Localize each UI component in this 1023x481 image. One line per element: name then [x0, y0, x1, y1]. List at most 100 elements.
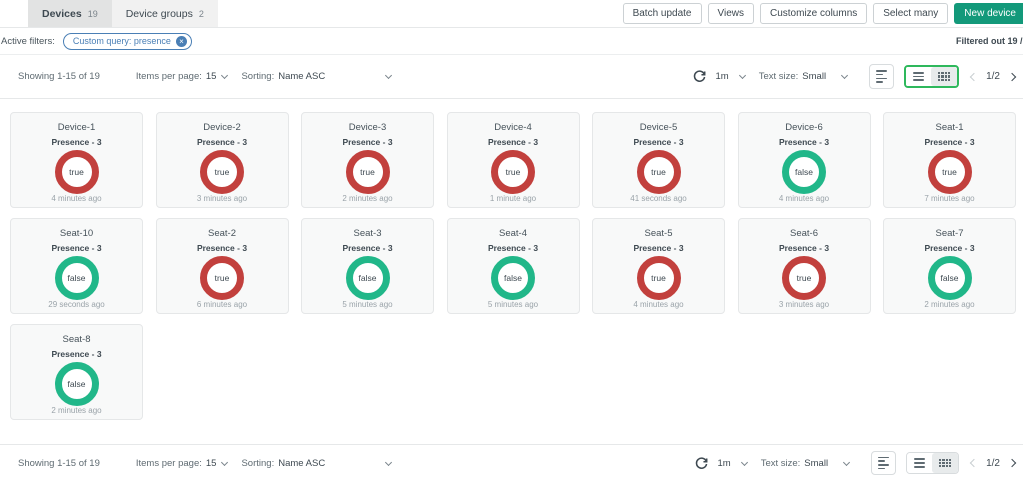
- align-left-lines-icon: [876, 70, 887, 83]
- device-metric-label: Presence - 3: [342, 243, 392, 253]
- compact-view-button[interactable]: [871, 451, 896, 476]
- list-icon: [914, 458, 925, 467]
- batch-update-button[interactable]: Batch update: [623, 3, 702, 24]
- device-card[interactable]: Seat-2 Presence - 3 true 6 minutes ago: [156, 218, 289, 314]
- tab-devices-count: 19: [88, 9, 98, 19]
- device-name: Seat-4: [499, 228, 527, 239]
- device-name: Device-2: [203, 122, 241, 133]
- customize-columns-button[interactable]: Customize columns: [760, 3, 867, 24]
- last-seen: 3 minutes ago: [779, 300, 829, 309]
- device-card[interactable]: Device-5 Presence - 3 true 41 seconds ag…: [592, 112, 725, 208]
- next-page-icon[interactable]: [1008, 459, 1016, 467]
- text-size-value: Small: [804, 458, 828, 469]
- presence-ring: true: [491, 150, 535, 194]
- header-actions: Batch update Views Customize columns Sel…: [623, 0, 1023, 27]
- prev-page-icon[interactable]: [970, 459, 978, 467]
- pagination: 1/2: [971, 71, 1015, 82]
- device-name: Device-4: [494, 122, 532, 133]
- text-size-select[interactable]: Text size: Small: [759, 71, 847, 82]
- last-seen: 3 minutes ago: [197, 194, 247, 203]
- last-seen: 2 minutes ago: [924, 300, 974, 309]
- presence-value: false: [68, 273, 86, 283]
- device-card[interactable]: Seat-7 Presence - 3 false 2 minutes ago: [883, 218, 1016, 314]
- active-filters-label: Active filters:: [1, 36, 55, 47]
- last-seen: 2 minutes ago: [342, 194, 392, 203]
- filter-chip[interactable]: Custom query: presence ×: [63, 33, 192, 50]
- presence-ring: true: [782, 256, 826, 300]
- refresh-icon: [695, 457, 708, 470]
- device-name: Device-3: [349, 122, 387, 133]
- next-page-icon[interactable]: [1008, 72, 1016, 80]
- presence-value: false: [941, 273, 959, 283]
- remove-filter-icon[interactable]: ×: [176, 36, 187, 47]
- filter-chip-label: Custom query: presence: [73, 36, 171, 46]
- presence-ring: false: [346, 256, 390, 300]
- grid-view-button[interactable]: [931, 67, 957, 86]
- text-size-select[interactable]: Text size: Small: [761, 458, 849, 469]
- device-card[interactable]: Device-3 Presence - 3 true 2 minutes ago: [301, 112, 434, 208]
- presence-ring: true: [200, 150, 244, 194]
- select-many-button[interactable]: Select many: [873, 3, 948, 24]
- chevron-down-icon: [841, 72, 848, 79]
- device-card[interactable]: Device-1 Presence - 3 true 4 minutes ago: [10, 112, 143, 208]
- showing-count: Showing 1-15 of 19: [18, 71, 100, 82]
- filtered-out-count: Filtered out 19 / 3: [956, 36, 1023, 46]
- device-card[interactable]: Seat-4 Presence - 3 false 5 minutes ago: [447, 218, 580, 314]
- chevron-down-icon: [385, 72, 392, 79]
- device-card[interactable]: Device-2 Presence - 3 true 3 minutes ago: [156, 112, 289, 208]
- page-indicator: 1/2: [986, 71, 1000, 82]
- sorting-select[interactable]: Sorting: Name ASC: [241, 458, 391, 469]
- presence-value: true: [360, 167, 375, 177]
- items-per-page-select[interactable]: Items per page: 15: [136, 71, 228, 82]
- device-name: Seat-2: [208, 228, 236, 239]
- chevron-down-icon: [843, 458, 850, 465]
- last-seen: 41 seconds ago: [630, 194, 687, 203]
- last-seen: 4 minutes ago: [779, 194, 829, 203]
- device-name: Seat-8: [63, 334, 91, 345]
- text-size-value: Small: [802, 71, 826, 82]
- list-view-button[interactable]: [906, 67, 931, 86]
- active-filters-row: Active filters: Custom query: presence ×…: [0, 28, 1023, 55]
- items-per-page-select[interactable]: Items per page: 15: [136, 458, 228, 469]
- last-seen: 29 seconds ago: [48, 300, 105, 309]
- presence-ring: false: [55, 362, 99, 406]
- device-metric-label: Presence - 3: [924, 137, 974, 147]
- views-button[interactable]: Views: [708, 3, 755, 24]
- presence-ring: true: [637, 150, 681, 194]
- tab-device-groups[interactable]: Device groups 2: [112, 0, 218, 27]
- refresh-interval-value: 1m: [715, 71, 728, 82]
- presence-value: false: [504, 273, 522, 283]
- device-card[interactable]: Seat-1 Presence - 3 true 7 minutes ago: [883, 112, 1016, 208]
- presence-ring: true: [346, 150, 390, 194]
- device-card[interactable]: Seat-8 Presence - 3 false 2 minutes ago: [10, 324, 143, 420]
- refresh-interval-control[interactable]: 1m: [695, 457, 746, 470]
- last-seen: 5 minutes ago: [342, 300, 392, 309]
- device-name: Seat-3: [354, 228, 382, 239]
- presence-value: true: [651, 167, 666, 177]
- new-device-button[interactable]: New device: [954, 3, 1023, 24]
- compact-view-button[interactable]: [869, 64, 894, 89]
- tab-device-groups-count: 2: [199, 9, 204, 19]
- prev-page-icon[interactable]: [970, 72, 978, 80]
- sorting-select[interactable]: Sorting: Name ASC: [241, 71, 391, 82]
- presence-value: true: [651, 273, 666, 283]
- last-seen: 5 minutes ago: [488, 300, 538, 309]
- device-card[interactable]: Device-6 Presence - 3 false 4 minutes ag…: [738, 112, 871, 208]
- list-view-button[interactable]: [907, 453, 932, 472]
- device-card[interactable]: Seat-6 Presence - 3 true 3 minutes ago: [738, 218, 871, 314]
- device-card[interactable]: Seat-10 Presence - 3 false 29 seconds ag…: [10, 218, 143, 314]
- presence-ring: true: [200, 256, 244, 300]
- text-size-label: Text size:: [759, 71, 799, 82]
- presence-value: false: [795, 167, 813, 177]
- device-card[interactable]: Device-4 Presence - 3 true 1 minute ago: [447, 112, 580, 208]
- presence-value: true: [942, 167, 957, 177]
- refresh-interval-control[interactable]: 1m: [693, 70, 744, 83]
- tab-devices[interactable]: Devices 19: [28, 0, 112, 27]
- top-toolbar: Showing 1-15 of 19 Items per page: 15 So…: [0, 55, 1023, 99]
- grid-view-button[interactable]: [932, 453, 958, 472]
- text-size-label: Text size:: [761, 458, 801, 469]
- device-metric-label: Presence - 3: [924, 243, 974, 253]
- items-per-page-label: Items per page:: [136, 71, 202, 82]
- device-card[interactable]: Seat-5 Presence - 3 true 4 minutes ago: [592, 218, 725, 314]
- device-card[interactable]: Seat-3 Presence - 3 false 5 minutes ago: [301, 218, 434, 314]
